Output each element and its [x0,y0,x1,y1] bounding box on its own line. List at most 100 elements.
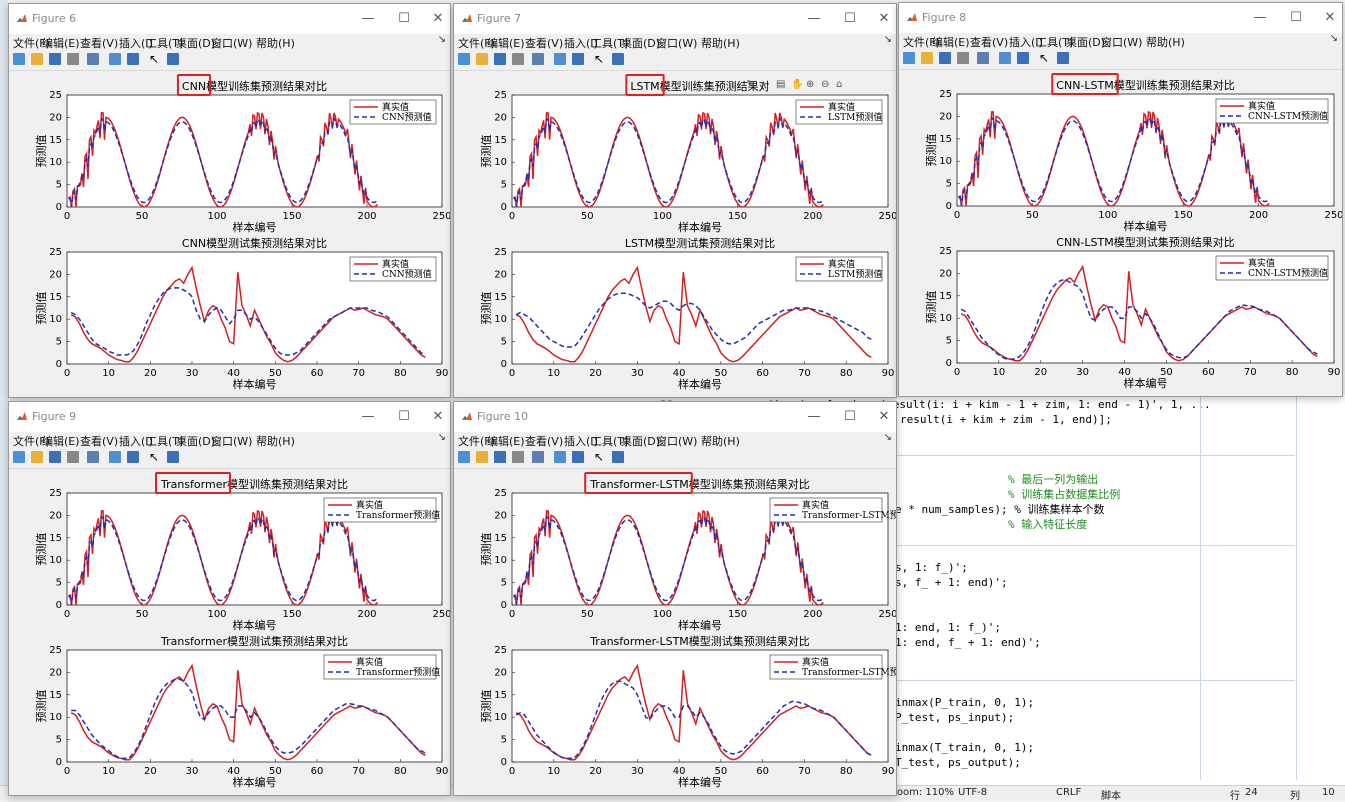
save-icon[interactable] [494,451,506,463]
pointer-icon[interactable]: ↖ [594,53,606,65]
property-editor-icon[interactable] [1057,52,1069,64]
axes-toolbar-icon[interactable]: ✎ [746,79,754,90]
pointer-icon[interactable]: ↖ [594,451,606,463]
pointer-icon[interactable]: ↖ [1039,52,1051,64]
save-icon[interactable] [494,53,506,65]
axes-toolbar-icon[interactable]: ▤ [776,79,785,90]
maximize-icon[interactable]: ☐ [840,407,860,427]
dock-arrow-icon[interactable]: ↘ [884,34,892,45]
menu-item[interactable]: 查看(V) [970,34,1008,50]
plot-canvas[interactable]: 0 50 100 150 200 2500510152025CNN模型训练集预测结果对比样… [9,71,450,397]
axes-toolbar-icon[interactable]: ✋ [791,77,803,90]
close-icon[interactable]: ✕ [874,9,894,29]
insert-colorbar-icon[interactable] [127,53,139,65]
open-icon[interactable] [31,53,43,65]
new-figure-icon[interactable] [903,52,915,64]
figure-window-fig7[interactable]: Figure 7 — ☐ ✕ 文件(F) 编辑(E) 查看(V) 插入(I) 工具(T) 桌面(D… [453,3,897,398]
menu-item[interactable]: 桌面(D) [176,35,215,51]
print-icon[interactable] [67,451,79,463]
editor-scrollbar[interactable] [1296,395,1297,780]
link-plot-icon[interactable] [109,53,121,65]
dock-arrow-icon[interactable]: ↘ [884,432,892,443]
open-icon[interactable] [921,52,933,64]
link-plot-icon[interactable] [999,52,1011,64]
print-preview-icon[interactable] [87,53,99,65]
menu-item[interactable]: 查看(V) [525,35,563,51]
insert-colorbar-icon[interactable] [1017,52,1029,64]
menu-item[interactable]: 窗口(W) [656,35,697,51]
menu-item[interactable]: 编辑(E) [487,35,525,51]
open-icon[interactable] [476,53,488,65]
link-plot-icon[interactable] [554,53,566,65]
menu-item[interactable]: 桌面(D) [621,35,660,51]
new-figure-icon[interactable] [13,451,25,463]
menu-item[interactable]: 窗口(W) [211,35,252,51]
menu-item[interactable]: 窗口(W) [656,433,697,449]
menu-item[interactable]: 窗口(W) [1101,34,1142,50]
figure-window-fig8[interactable]: Figure 8 — ☐ ✕ 文件(F) 编辑(E) 查看(V) 插入(I) 工具(T) 桌面(D… [898,2,1343,397]
property-editor-icon[interactable] [612,53,624,65]
print-icon[interactable] [512,53,524,65]
close-icon[interactable]: ✕ [874,407,894,427]
menu-item[interactable]: 帮助(H) [701,35,740,51]
property-editor-icon[interactable] [167,53,179,65]
insert-colorbar-icon[interactable] [572,53,584,65]
plot-canvas[interactable]: 0 50 100 150 200 2500510152025CNN-LSTM模型训练集预测… [899,70,1342,396]
menu-item[interactable]: 查看(V) [80,35,118,51]
menu-item[interactable]: 桌面(D) [176,433,215,449]
title-bar[interactable]: Figure 10 — ☐ ✕ [454,402,896,432]
menu-item[interactable]: 桌面(D) [1066,34,1105,50]
insert-colorbar-icon[interactable] [572,451,584,463]
menu-item[interactable]: 帮助(H) [256,35,295,51]
close-icon[interactable]: ✕ [428,407,448,427]
print-preview-icon[interactable] [977,52,989,64]
open-icon[interactable] [31,451,43,463]
axes-toolbar-icon[interactable]: ⊕ [806,79,814,90]
print-preview-icon[interactable] [532,451,544,463]
title-bar[interactable]: Figure 8 — ☐ ✕ [899,3,1342,33]
minimize-icon[interactable]: — [358,9,378,29]
minimize-icon[interactable]: — [1250,8,1270,28]
maximize-icon[interactable]: ☐ [840,9,860,29]
save-icon[interactable] [49,53,61,65]
minimize-icon[interactable]: — [804,407,824,427]
print-preview-icon[interactable] [87,451,99,463]
figure-window-fig6[interactable]: Figure 6 — ☐ ✕ 文件(F) 编辑(E) 查看(V) 插入(I) 工具(T) 桌面(D… [8,3,451,398]
property-editor-icon[interactable] [612,451,624,463]
menu-item[interactable]: 查看(V) [525,433,563,449]
save-icon[interactable] [49,451,61,463]
close-icon[interactable]: ✕ [1320,8,1340,28]
axes-toolbar-icon[interactable]: ⌖ [761,79,767,90]
new-figure-icon[interactable] [13,53,25,65]
plot-canvas[interactable]: 0 50 100 150 200 2500510152025LSTM模型训练集预测结果对样… [454,71,896,397]
menu-item[interactable]: 窗口(W) [211,433,252,449]
figure-window-fig9[interactable]: Figure 9 — ☐ ✕ 文件(F) 编辑(E) 查看(V) 插入(I) 工具(T) 桌面(D… [8,401,451,796]
menu-item[interactable]: 查看(V) [80,433,118,449]
minimize-icon[interactable]: — [804,9,824,29]
minimize-icon[interactable]: — [358,407,378,427]
title-bar[interactable]: Figure 9 — ☐ ✕ [9,402,450,432]
menu-item[interactable]: 桌面(D) [621,433,660,449]
new-figure-icon[interactable] [458,451,470,463]
menu-item[interactable]: 帮助(H) [1146,34,1185,50]
print-icon[interactable] [512,451,524,463]
menu-item[interactable]: 编辑(E) [42,35,80,51]
title-bar[interactable]: Figure 7 — ☐ ✕ [454,4,896,34]
maximize-icon[interactable]: ☐ [394,9,414,29]
menu-item[interactable]: 编辑(E) [932,34,970,50]
menu-item[interactable]: 编辑(E) [42,433,80,449]
figure-window-fig10[interactable]: Figure 10 — ☐ ✕ 文件(F) 编辑(E) 查看(V) 插入(I) 工具(T) 桌面(… [453,401,897,796]
dock-arrow-icon[interactable]: ↘ [1330,33,1338,44]
print-icon[interactable] [957,52,969,64]
pointer-icon[interactable]: ↖ [149,451,161,463]
dock-arrow-icon[interactable]: ↘ [438,34,446,45]
menu-item[interactable]: 帮助(H) [701,433,740,449]
menu-item[interactable]: 帮助(H) [256,433,295,449]
axes-toolbar-icon[interactable]: ⌂ [836,79,842,90]
plot-canvas[interactable]: 0 50 100 150 200 2500510152025Transformer-LST… [454,469,896,795]
plot-canvas[interactable]: 0 50 100 150 200 2500510152025Transformer模型训练… [9,469,450,795]
dock-arrow-icon[interactable]: ↘ [438,432,446,443]
link-plot-icon[interactable] [109,451,121,463]
open-icon[interactable] [476,451,488,463]
pointer-icon[interactable]: ↖ [149,53,161,65]
